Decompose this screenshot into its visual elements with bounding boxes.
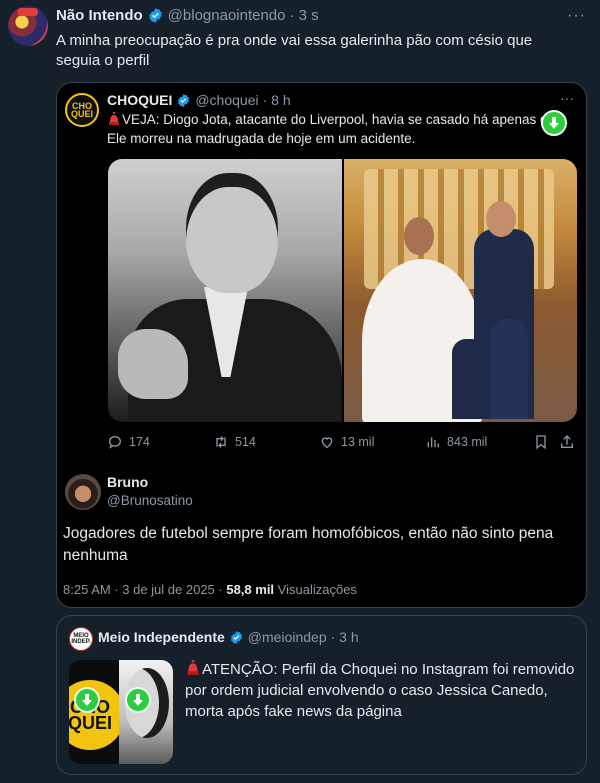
- retweet-icon: [216, 436, 226, 448]
- quoted-text-block: VEJA: Diogo Jota, atacante do Liverpool,…: [107, 110, 577, 148]
- reply-icon: [109, 436, 121, 449]
- download-arrow-icon[interactable]: [541, 110, 567, 136]
- quoted2-time[interactable]: · 3 h: [331, 629, 359, 645]
- author-name[interactable]: Não Intendo: [56, 7, 143, 24]
- avatar-badge: [18, 8, 38, 16]
- author-handle[interactable]: @blognaointendo: [168, 7, 286, 24]
- quoted-text: VEJA: Diogo Jota, atacante do Liverpool,…: [107, 112, 569, 146]
- views-button[interactable]: 843 mil: [425, 434, 487, 450]
- photo-figure: [118, 329, 188, 399]
- thumb-logo-half: CHO QUEI: [69, 660, 125, 764]
- photo-figure: [452, 339, 486, 419]
- like-icon: [321, 437, 333, 449]
- reply-timestamp[interactable]: 8:25 AM · 3 de jul de 2025 ·: [63, 582, 223, 597]
- reply-text: Jogadores de futebol sempre foram homofó…: [63, 525, 554, 564]
- meio-avatar[interactable]: MEIO INDEP.: [69, 627, 93, 651]
- bookmark-icon: [536, 435, 546, 450]
- thumb-portrait-half: [119, 660, 173, 764]
- more-icon[interactable]: ···: [560, 90, 574, 106]
- verified-badge-icon: [230, 630, 242, 644]
- quoted2-author-handle[interactable]: @meioindep: [248, 629, 327, 645]
- views-icon: [427, 437, 439, 448]
- quoted2-text: ATENÇÃO: Perfil da Choquei no Instagram …: [185, 661, 575, 720]
- reply-author-handle[interactable]: @Brunosatino: [107, 493, 193, 508]
- download-arrow-icon[interactable]: [74, 687, 100, 713]
- tweet-header: Não Intendo @blognaointendo · 3 s: [56, 7, 319, 24]
- verified-badge-icon: [148, 8, 162, 23]
- choquei-avatar[interactable]: CHO QUEI: [65, 93, 99, 127]
- photo-groom-portrait[interactable]: [108, 159, 342, 422]
- share-icon: [561, 435, 573, 448]
- quoted-author-name[interactable]: CHOQUEI: [107, 92, 172, 108]
- retweet-button[interactable]: 514: [213, 434, 256, 450]
- photo-figure: [490, 319, 528, 419]
- siren-icon: [187, 660, 199, 675]
- author-avatar[interactable]: [8, 6, 48, 46]
- quoted-media[interactable]: [108, 159, 577, 422]
- share-button[interactable]: [559, 434, 575, 450]
- tweet-text: A minha preocupação é pra onde vai essa …: [56, 32, 533, 69]
- quoted-author-handle[interactable]: @choquei: [195, 92, 258, 108]
- photo-figure: [486, 201, 516, 237]
- reply-meta: 8:25 AM · 3 de jul de 2025 · 58,8 mil Vi…: [63, 582, 357, 597]
- reply-count: 174: [129, 435, 150, 449]
- reply-views-label: Visualizações: [277, 582, 357, 597]
- tweet-time[interactable]: · 3 s: [290, 7, 319, 24]
- verified-badge-icon: [178, 93, 190, 107]
- download-arrow-icon[interactable]: [125, 687, 151, 713]
- reply-button[interactable]: 174: [107, 434, 150, 450]
- engagement-bar: 174 514 13 mil 843 mil: [107, 432, 577, 452]
- siren-icon: [109, 112, 119, 125]
- photo-wedding-family[interactable]: [344, 159, 577, 422]
- retweet-count: 514: [235, 435, 256, 449]
- views-count: 843 mil: [447, 435, 488, 449]
- like-button[interactable]: 13 mil: [319, 434, 374, 450]
- quoted-header: CHOQUEI @choquei · 8 h: [107, 92, 291, 108]
- quoted-time[interactable]: · 8 h: [263, 92, 291, 108]
- quoted2-author-name[interactable]: Meio Independente: [98, 629, 225, 645]
- more-icon[interactable]: ···: [567, 7, 586, 25]
- quoted-tweet-2[interactable]: MEIO INDEP. Meio Independente @meioindep…: [56, 615, 587, 775]
- bookmark-button[interactable]: [533, 434, 549, 450]
- reply-avatar[interactable]: [65, 474, 101, 510]
- reply-author-name[interactable]: Bruno: [107, 474, 148, 490]
- reply-views-count: 58,8 mil: [226, 582, 275, 597]
- like-count: 13 mil: [341, 435, 375, 449]
- quoted-tweet[interactable]: CHO QUEI CHOQUEI @choquei · 8 h ··· VEJA…: [56, 82, 587, 608]
- quoted2-header: Meio Independente @meioindep · 3 h: [98, 629, 359, 645]
- photo-figure: [186, 173, 278, 293]
- photo-figure: [404, 217, 434, 255]
- tweet: Não Intendo @blognaointendo · 3 s ··· A …: [0, 0, 600, 783]
- quoted2-text-block: ATENÇÃO: Perfil da Choquei no Instagram …: [185, 659, 575, 722]
